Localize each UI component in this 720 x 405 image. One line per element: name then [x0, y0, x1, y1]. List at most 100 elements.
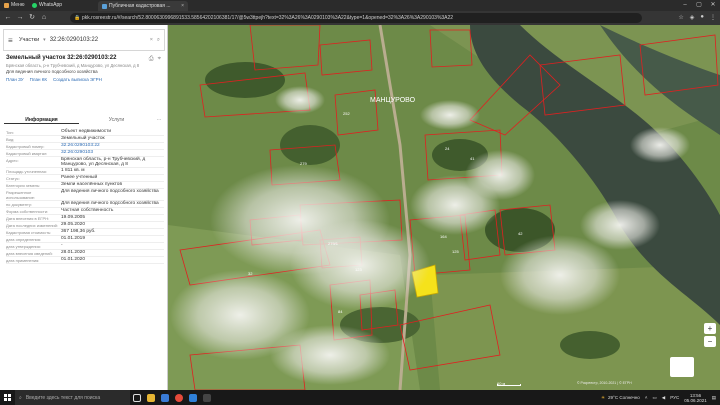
property-value: Для ведения личного подсобного хозяйства: [61, 189, 159, 194]
order-extract-link[interactable]: Создать выписка ЭГРН: [53, 77, 102, 82]
weather-widget[interactable]: ☀ 29°C Солнечно: [601, 395, 640, 401]
parcel-label: 42: [518, 231, 523, 236]
property-row: Вид: Земельный участок: [6, 136, 164, 143]
reload-icon[interactable]: ↻: [28, 14, 36, 22]
profile-icon[interactable]: ●: [700, 14, 704, 21]
forward-icon[interactable]: →: [16, 14, 24, 22]
property-row: Статус: Ранее учтенный: [6, 175, 164, 182]
parcel-label: 84: [338, 309, 343, 314]
home-icon[interactable]: ⌂: [40, 14, 48, 22]
property-value: 28.01.2020: [61, 250, 86, 255]
browser-icon[interactable]: [172, 390, 186, 405]
property-label: Дата последних изменений:: [6, 223, 58, 228]
site-favicon: [102, 3, 107, 9]
parcel-label: 123: [355, 267, 362, 272]
extensions-icon[interactable]: ◈: [690, 14, 695, 21]
system-tray: ☀ 29°C Солнечно ˄ ▭ ◀ РУС 13:56 05.06.20…: [601, 393, 720, 403]
parcel-label: 279: [300, 161, 307, 166]
tab-close-icon[interactable]: ×: [181, 3, 184, 9]
chevron-up-icon[interactable]: ˄: [645, 395, 648, 400]
language-indicator[interactable]: РУС: [670, 395, 679, 400]
tab-services[interactable]: Услуги: [79, 116, 154, 124]
property-value: Земельный участок: [61, 136, 105, 141]
property-row: дата определения: 01.01.2019: [6, 236, 164, 243]
property-row: Площадь уточненная: 1 811 кв. м: [6, 168, 164, 175]
property-label: Разрешенное использование:: [6, 190, 36, 200]
mail-icon[interactable]: [186, 390, 200, 405]
plan-zu-link[interactable]: План ЗУ: [6, 77, 24, 82]
clock[interactable]: 13:56 05.06.2021: [684, 393, 707, 403]
object-address: Брянская область, р-н Трубчевский, д Ман…: [6, 63, 140, 68]
taskbar-search[interactable]: ⌕ Введите здесь текст для поиска: [15, 390, 130, 405]
clear-search-icon[interactable]: ×: [150, 37, 153, 43]
property-value[interactable]: 32:26:0290103:22: [61, 143, 164, 149]
object-use: Для ведения личного подсобного хозяйства: [6, 69, 98, 74]
property-row: Дата внесения в ЕГРН: 19.09.2005: [6, 215, 164, 222]
browser-toolbar-icons: ☆ ◈ ● ⋮: [678, 14, 716, 21]
url-input[interactable]: 🔒 pkk.rosreestr.ru/#/search/52.800063099…: [70, 13, 642, 23]
volume-icon[interactable]: ◀: [662, 395, 665, 401]
property-value: 19.09.2005: [61, 215, 86, 220]
windows-start-button[interactable]: [0, 390, 15, 405]
notifications-icon[interactable]: ▤: [712, 395, 716, 401]
parcel-label: 41: [470, 156, 475, 161]
info-panel: ≡ Участки ▾ 32:26:0290103:22 × ⌕ Земельн…: [0, 25, 168, 390]
store-icon[interactable]: [158, 390, 172, 405]
property-row: дата утверждения: -: [6, 243, 164, 250]
property-row: дата внесения сведений: 28.01.2020: [6, 250, 164, 257]
chevron-down-icon[interactable]: ▾: [43, 37, 46, 43]
whatsapp-icon: [32, 3, 37, 8]
search-bar: ≡ Участки ▾ 32:26:0290103:22 × ⌕: [3, 29, 165, 51]
search-type-select[interactable]: Участки: [19, 37, 39, 43]
app-icon[interactable]: [200, 390, 214, 405]
parcel-label: 125: [452, 249, 459, 254]
property-label: Кадастровый номер:: [6, 144, 45, 149]
property-label: Кадастровая стоимость:: [6, 230, 52, 235]
property-value: Частная собственность: [61, 208, 114, 213]
property-label: по документу:: [6, 202, 32, 207]
browser-tab[interactable]: Публичная кадастровая ... ×: [98, 1, 188, 11]
menu-icon[interactable]: ≡: [8, 36, 15, 45]
property-label: Тип:: [6, 130, 14, 135]
object-title: Земельный участок 32:26:0290103:22: [6, 55, 117, 61]
parcel-label: 164: [440, 234, 447, 239]
maximize-button[interactable]: ▢: [692, 0, 706, 11]
back-icon[interactable]: ←: [4, 14, 12, 22]
bookmark-whatsapp[interactable]: WhatsApp: [32, 2, 62, 9]
bookmark-menu[interactable]: Меню: [4, 2, 25, 9]
lock-icon: 🔒: [74, 15, 81, 21]
plan-kk-link[interactable]: План КК: [30, 77, 47, 82]
property-label: Кадастровый квартал:: [6, 151, 48, 156]
property-row: Адрес: Брянская область, р-н Трубчевский,…: [6, 157, 164, 168]
more-icon[interactable]: ⋮: [710, 14, 716, 21]
map-attribution: © Росреестр, 2010-2021 | © ЕГРН: [577, 381, 632, 385]
property-label: дата утверждения:: [6, 244, 41, 249]
property-value: -: [61, 243, 63, 248]
close-window-button[interactable]: ✕: [706, 0, 720, 11]
property-label: Дата внесения в ЕГРН:: [6, 216, 50, 221]
property-value: Для ведения личного подсобного хозяйства: [61, 201, 159, 206]
minimize-button[interactable]: –: [678, 0, 692, 11]
search-icon[interactable]: ⌕: [157, 37, 160, 44]
explorer-icon[interactable]: [144, 390, 158, 405]
locate-icon[interactable]: ⌖: [158, 56, 161, 63]
zoom-out-button[interactable]: −: [704, 336, 716, 347]
property-label: дата определения:: [6, 237, 42, 242]
property-value: Брянская область, р-н Трубчевский, д Ман…: [61, 157, 146, 167]
print-icon[interactable]: ⎙: [149, 56, 154, 63]
star-icon[interactable]: ☆: [678, 14, 683, 21]
property-label: Статус:: [6, 176, 20, 181]
network-icon[interactable]: ▭: [652, 395, 656, 401]
panel-tabs: Информация Услуги ⋯: [4, 116, 164, 124]
property-row: Кадастровая стоимость: 367 198,36 руб.: [6, 229, 164, 236]
task-view-icon[interactable]: [130, 390, 144, 405]
more-icon[interactable]: ⋯: [154, 116, 164, 124]
property-value[interactable]: 32:26:0290103: [61, 150, 164, 156]
zoom-in-button[interactable]: +: [704, 323, 716, 334]
map-layers-button[interactable]: [670, 357, 694, 377]
tab-information[interactable]: Информация: [4, 116, 79, 124]
property-value: 367 198,36 руб.: [61, 229, 96, 234]
property-label: Категория земель:: [6, 183, 41, 188]
search-input[interactable]: 32:26:0290103:22: [50, 37, 146, 43]
property-label: дата применения:: [6, 258, 40, 263]
